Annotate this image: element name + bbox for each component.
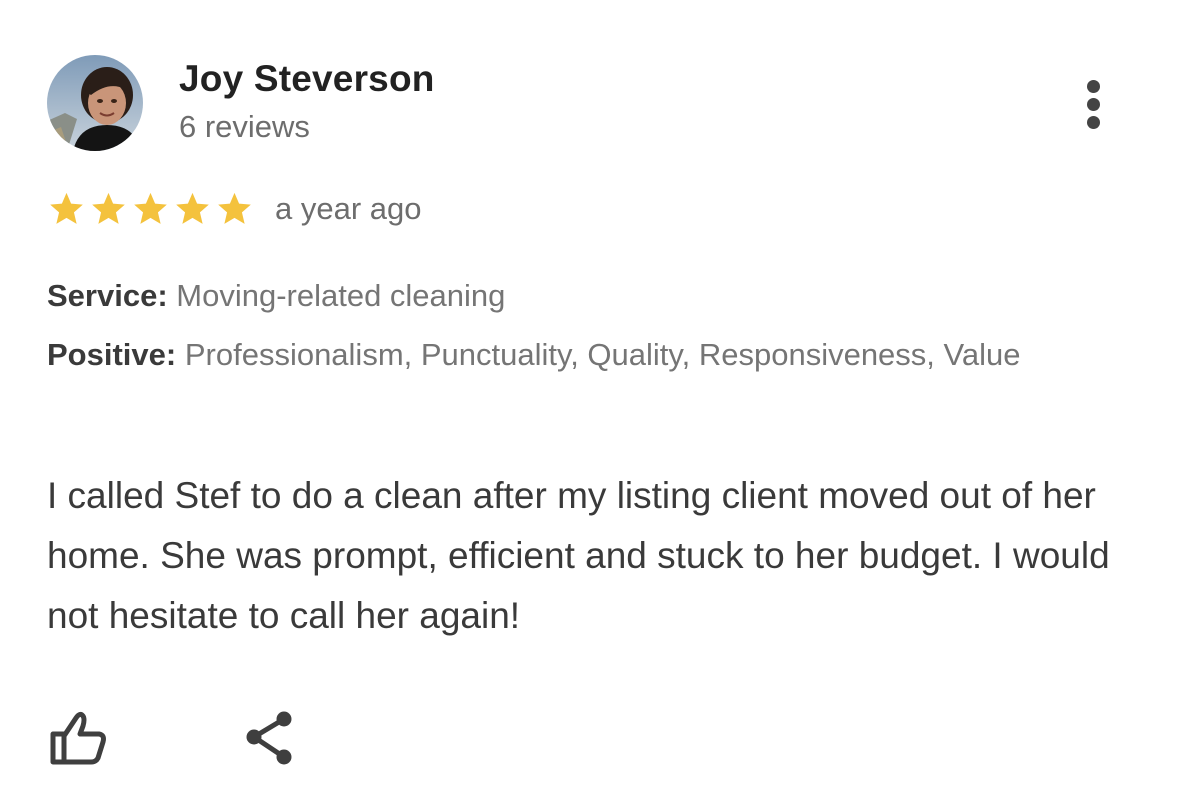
- positive-label: Positive:: [47, 337, 177, 372]
- star-icon: [92, 192, 125, 224]
- share-icon: [246, 711, 292, 765]
- star-rating: [47, 190, 257, 230]
- review-time: a year ago: [275, 191, 422, 226]
- author-review-count: 6 reviews: [179, 109, 310, 144]
- positive-attribute: Positive: Professionalism, Punctuality, …: [47, 331, 1127, 379]
- more-options-button[interactable]: [1076, 72, 1112, 132]
- star-icon: [134, 192, 167, 224]
- share-button[interactable]: [240, 708, 298, 766]
- avatar[interactable]: [47, 55, 143, 151]
- star-icon: [176, 192, 209, 224]
- service-value: Moving-related cleaning: [176, 278, 506, 313]
- service-label: Service:: [47, 278, 168, 313]
- positive-value: Professionalism, Punctuality, Quality, R…: [184, 337, 1021, 372]
- like-button[interactable]: [47, 708, 109, 766]
- star-icon: [50, 192, 83, 224]
- service-attribute: Service: Moving-related cleaning: [47, 272, 1127, 320]
- review-text: I called Stef to do a clean after my lis…: [47, 475, 1110, 636]
- review-card: Joy Steverson 6 reviews a year ago Servi…: [0, 0, 1178, 812]
- star-icon: [218, 192, 251, 224]
- user-photo-icon: [47, 55, 143, 151]
- thumbs-up-icon: [50, 711, 106, 765]
- author-name[interactable]: Joy Steverson: [179, 58, 435, 100]
